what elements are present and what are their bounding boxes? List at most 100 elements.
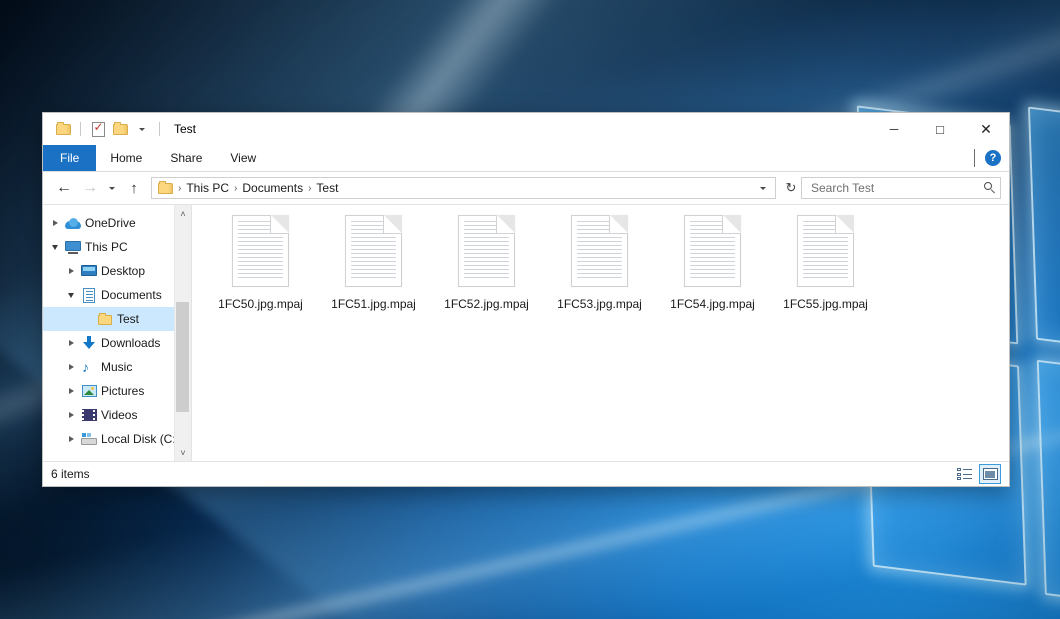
tab-file[interactable]: File: [43, 145, 96, 171]
file-item[interactable]: 1FC53.jpg.mpaj: [543, 211, 656, 335]
breadcrumb-items: › This PC › Documents › Test: [177, 181, 755, 195]
file-name-label: 1FC53.jpg.mpaj: [557, 297, 642, 311]
maximize-icon: □: [936, 122, 944, 137]
toolbar-separator: [80, 122, 81, 136]
scrollbar-thumb[interactable]: [176, 302, 189, 412]
sidebar-item-videos[interactable]: Videos: [43, 403, 191, 427]
new-folder-icon[interactable]: [109, 118, 131, 140]
collapse-twisty-icon[interactable]: [63, 293, 79, 298]
refresh-button[interactable]: ↻: [781, 177, 801, 199]
generic-document-icon: [571, 215, 628, 287]
explorer-body: OneDrive This PC Desktop: [43, 204, 1009, 461]
pictures-icon: [79, 385, 99, 397]
back-arrow-icon: ←: [56, 180, 72, 196]
generic-document-icon: [458, 215, 515, 287]
file-item[interactable]: 1FC50.jpg.mpaj: [204, 211, 317, 335]
quick-access-toolbar: Test: [43, 118, 196, 140]
expand-twisty-icon[interactable]: [63, 388, 79, 394]
large-icons-view-icon: [983, 468, 998, 480]
sidebar-item-test[interactable]: Test: [43, 307, 191, 331]
generic-document-icon: [684, 215, 741, 287]
large-icons-view-button[interactable]: [979, 464, 1001, 484]
back-button[interactable]: ←: [51, 175, 77, 201]
close-button[interactable]: ✕: [963, 113, 1009, 145]
sidebar-item-onedrive[interactable]: OneDrive: [43, 211, 191, 235]
sidebar-item-label: This PC: [85, 240, 128, 254]
sidebar-item-documents[interactable]: Documents: [43, 283, 191, 307]
sidebar-item-downloads[interactable]: Downloads: [43, 331, 191, 355]
scroll-down-icon[interactable]: ˅: [175, 444, 191, 461]
collapse-twisty-icon[interactable]: [47, 245, 63, 250]
properties-icon[interactable]: [87, 118, 109, 140]
sidebar-item-label: Test: [117, 312, 139, 326]
title-bar: Test ─ □ ✕: [43, 113, 1009, 145]
folder-icon[interactable]: [52, 118, 74, 140]
maximize-button[interactable]: □: [917, 113, 963, 145]
address-dropdown-button[interactable]: [755, 187, 771, 190]
breadcrumb-item-this-pc[interactable]: This PC: [182, 181, 233, 195]
help-icon[interactable]: ?: [985, 150, 1001, 166]
sidebar-item-music[interactable]: ♪ Music: [43, 355, 191, 379]
minimize-button[interactable]: ─: [871, 113, 917, 145]
file-explorer-window: Test ─ □ ✕ File Home Share View: [42, 112, 1010, 487]
tab-home[interactable]: Home: [96, 145, 156, 171]
status-bar: 6 items: [43, 461, 1009, 486]
navigation-pane-scrollbar[interactable]: ˄ ˅: [174, 205, 191, 461]
file-item[interactable]: 1FC54.jpg.mpaj: [656, 211, 769, 335]
sidebar-item-local-disk-c[interactable]: Local Disk (C:): [43, 427, 191, 451]
generic-document-icon: [345, 215, 402, 287]
window-title: Test: [174, 122, 196, 136]
sidebar-item-desktop[interactable]: Desktop: [43, 259, 191, 283]
file-item[interactable]: 1FC52.jpg.mpaj: [430, 211, 543, 335]
up-button[interactable]: ↑: [121, 175, 147, 201]
expand-twisty-icon[interactable]: [63, 436, 79, 442]
file-item[interactable]: 1FC51.jpg.mpaj: [317, 211, 430, 335]
search-input[interactable]: [809, 180, 984, 196]
sidebar-item-this-pc[interactable]: This PC: [43, 235, 191, 259]
generic-document-icon: [797, 215, 854, 287]
music-icon: ♪: [79, 360, 99, 374]
navigation-pane: OneDrive This PC Desktop: [43, 205, 192, 461]
file-name-label: 1FC52.jpg.mpaj: [444, 297, 529, 311]
details-view-button[interactable]: [953, 464, 975, 484]
breadcrumb-item-documents[interactable]: Documents: [238, 181, 307, 195]
item-count-label: 6 items: [51, 467, 90, 481]
search-box[interactable]: [801, 177, 1001, 199]
customize-qat-icon[interactable]: [131, 118, 153, 140]
generic-document-icon: [232, 215, 289, 287]
forward-button[interactable]: →: [77, 175, 103, 201]
tab-view[interactable]: View: [216, 145, 270, 171]
expand-twisty-icon[interactable]: [63, 268, 79, 274]
tab-share[interactable]: Share: [156, 145, 216, 171]
ribbon-right-controls: ?: [974, 145, 1001, 171]
downloads-icon: [79, 336, 99, 350]
details-view-icon: [957, 468, 972, 480]
expand-twisty-icon[interactable]: [63, 340, 79, 346]
refresh-icon: ↻: [786, 180, 797, 196]
scroll-up-icon[interactable]: ˄: [175, 205, 191, 222]
file-item[interactable]: 1FC55.jpg.mpaj: [769, 211, 882, 335]
scrollbar-track[interactable]: [175, 222, 191, 444]
expand-ribbon-button[interactable]: [974, 149, 975, 167]
sidebar-item-pictures[interactable]: Pictures: [43, 379, 191, 403]
chevron-down-icon: [760, 187, 766, 190]
expand-twisty-icon[interactable]: [63, 364, 79, 370]
sidebar-item-label: Local Disk (C:): [101, 432, 180, 446]
desktop-icon: [79, 265, 99, 277]
breadcrumb[interactable]: › This PC › Documents › Test: [151, 177, 776, 199]
folder-icon: [95, 313, 115, 326]
close-icon: ✕: [980, 121, 992, 138]
file-list-view[interactable]: 1FC50.jpg.mpaj 1FC51.jpg.mpaj 1FC52.jpg.…: [192, 205, 1009, 461]
expand-twisty-icon[interactable]: [47, 220, 63, 226]
breadcrumb-item-test[interactable]: Test: [312, 181, 342, 195]
up-arrow-icon: ↑: [130, 180, 138, 197]
sidebar-item-label: Downloads: [101, 336, 160, 350]
toolbar-separator: [159, 122, 160, 136]
file-name-label: 1FC51.jpg.mpaj: [331, 297, 416, 311]
recent-locations-button[interactable]: [103, 175, 121, 201]
videos-icon: [79, 409, 99, 421]
chevron-down-icon: [974, 149, 975, 167]
minimize-icon: ─: [890, 122, 899, 136]
expand-twisty-icon[interactable]: [63, 412, 79, 418]
file-grid: 1FC50.jpg.mpaj 1FC51.jpg.mpaj 1FC52.jpg.…: [192, 205, 1009, 335]
